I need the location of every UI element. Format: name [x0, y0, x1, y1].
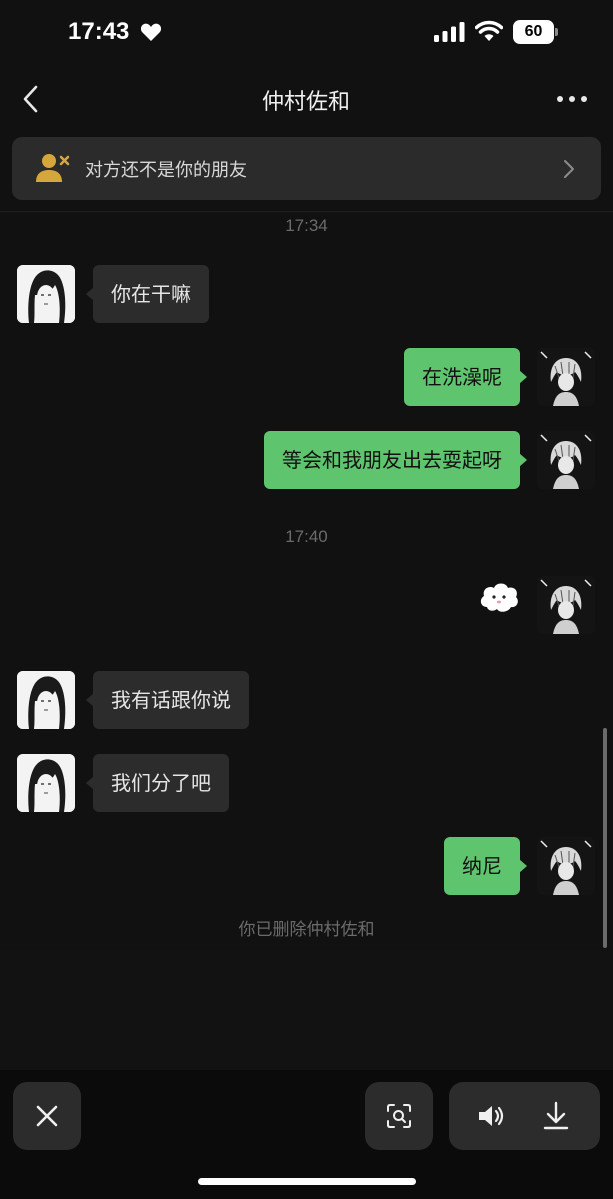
close-button[interactable] [13, 1082, 81, 1150]
status-bar: 17:43 60 [0, 0, 613, 64]
message-bubble-incoming[interactable]: 你在干嘛 [86, 265, 209, 323]
scan-icon [387, 1104, 411, 1128]
scrollbar[interactable] [603, 728, 607, 948]
contact-avatar[interactable] [17, 671, 75, 729]
more-dots-icon[interactable] [554, 89, 590, 109]
message-text: 等会和我朋友出去耍起呀 [282, 448, 502, 472]
chat-screen: 17:43 60 仲村佐和 对方还不是你的朋友 17:34 你在干嘛 在洗澡呢 … [0, 0, 613, 1199]
message-bubble-outgoing[interactable]: 等会和我朋友出去耍起呀 [264, 431, 527, 489]
home-indicator[interactable] [198, 1178, 416, 1185]
status-time: 17:43 [68, 18, 130, 45]
banner-text: 对方还不是你的朋友 [85, 160, 247, 181]
not-friend-banner[interactable]: 对方还不是你的朋友 [12, 137, 601, 200]
my-avatar[interactable] [537, 431, 595, 489]
contact-avatar[interactable] [17, 754, 75, 812]
message-bubble-outgoing[interactable]: 纳尼 [444, 837, 527, 895]
signal-icon [434, 22, 465, 42]
cloud-sticker-icon[interactable] [477, 577, 521, 617]
timestamp: 17:34 [285, 216, 328, 235]
my-avatar[interactable] [537, 348, 595, 406]
chat-empty-area [0, 950, 613, 1070]
message-text: 你在干嘛 [111, 282, 191, 306]
heart-icon [140, 23, 162, 41]
message-bubble-incoming[interactable]: 我有话跟你说 [86, 671, 249, 729]
scan-button[interactable] [365, 1082, 433, 1150]
battery-level: 60 [524, 23, 543, 40]
contact-avatar[interactable] [17, 265, 75, 323]
system-note: 你已删除仲村佐和 [238, 920, 375, 940]
message-bubble-incoming[interactable]: 我们分了吧 [86, 754, 229, 812]
download-icon[interactable] [543, 1101, 569, 1131]
chat-title: 仲村佐和 [261, 90, 350, 115]
media-actions [449, 1082, 600, 1150]
my-avatar[interactable] [537, 837, 595, 895]
user-blocked-icon [36, 154, 70, 182]
my-avatar[interactable] [537, 576, 595, 634]
chevron-left-icon[interactable] [16, 82, 46, 116]
battery-icon: 60 [513, 20, 559, 44]
message-bubble-outgoing[interactable]: 在洗澡呢 [404, 348, 527, 406]
message-text: 纳尼 [462, 854, 502, 878]
close-icon [36, 1105, 58, 1127]
nav-bar: 仲村佐和 [0, 64, 613, 134]
timestamp: 17:40 [285, 527, 328, 546]
chevron-right-icon [564, 160, 574, 178]
message-text: 我有话跟你说 [111, 688, 231, 712]
wifi-icon [475, 20, 503, 41]
volume-icon[interactable] [477, 1103, 507, 1129]
message-text: 我们分了吧 [111, 771, 211, 795]
message-text: 在洗澡呢 [422, 365, 502, 389]
divider [0, 211, 613, 212]
